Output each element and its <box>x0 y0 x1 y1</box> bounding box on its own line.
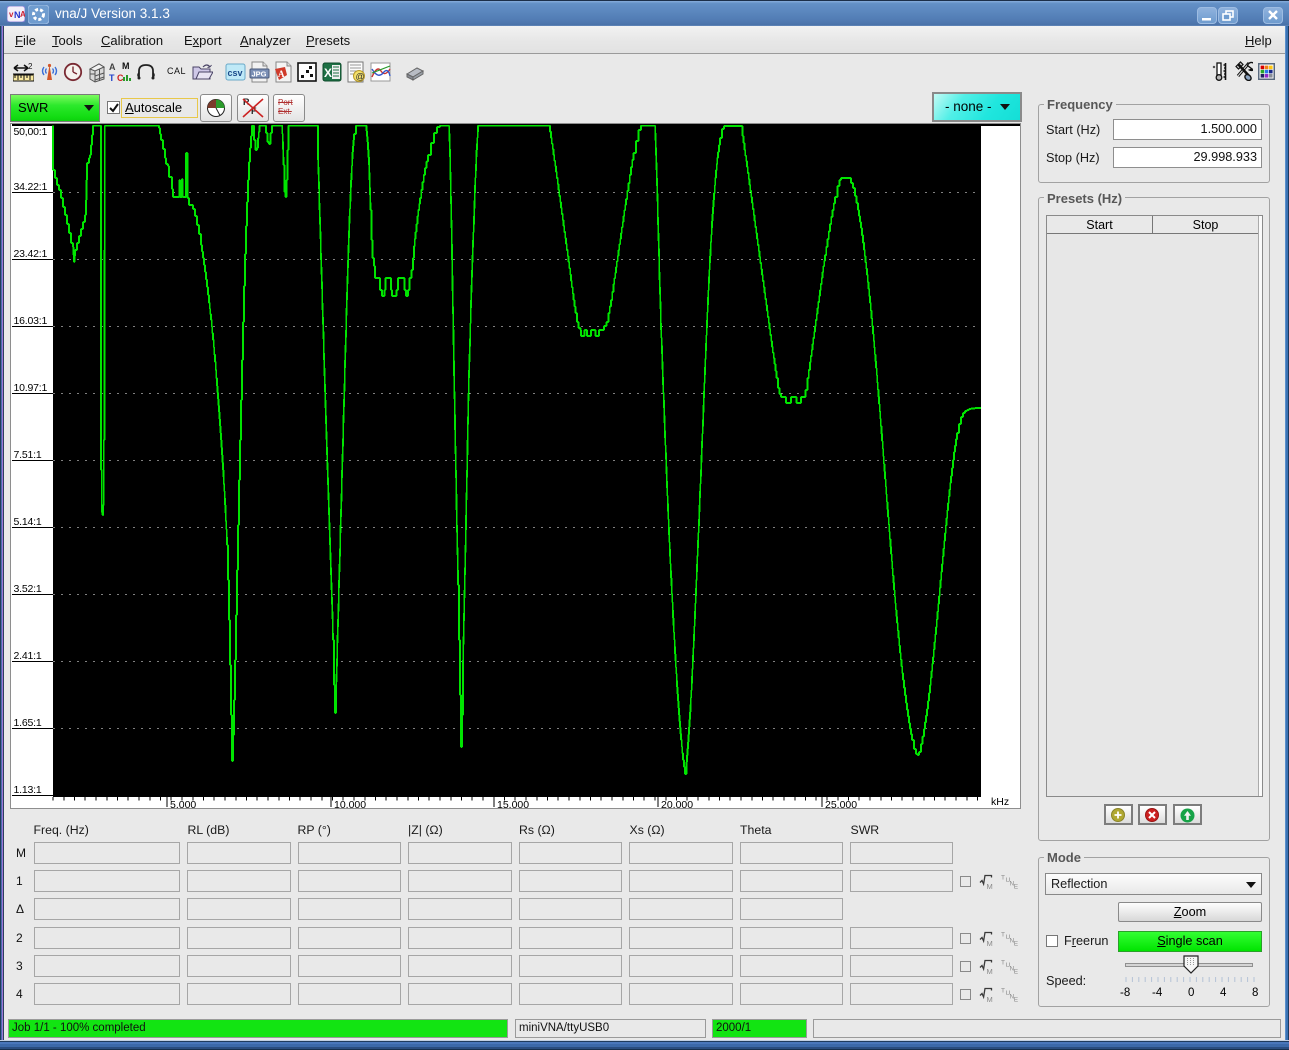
svg-text:@: @ <box>356 72 365 82</box>
svg-text:A: A <box>20 10 25 19</box>
svg-text:csv: csv <box>228 68 243 78</box>
svg-text:A: A <box>109 62 116 72</box>
svg-text:T: T <box>1001 875 1005 882</box>
svg-text:T: T <box>1001 988 1005 995</box>
svg-text:C: C <box>117 73 124 83</box>
svg-text:M: M <box>987 939 993 948</box>
svg-text:T: T <box>1001 932 1005 939</box>
svg-text:T: T <box>109 73 115 83</box>
svg-text:M: M <box>122 61 130 71</box>
svg-text:E: E <box>1014 969 1019 976</box>
svg-text:M: M <box>987 882 993 891</box>
svg-text:2: 2 <box>28 62 33 71</box>
svg-text:A: A <box>278 69 285 79</box>
svg-text:JPG: JPG <box>252 70 267 79</box>
svg-text:M: M <box>987 967 993 976</box>
svg-text:T: T <box>1001 960 1005 967</box>
svg-text:E: E <box>1014 941 1019 948</box>
svg-text:X: X <box>324 66 332 80</box>
svg-text:M: M <box>987 995 993 1004</box>
svg-text:E: E <box>1014 997 1019 1004</box>
svg-text:E: E <box>1014 884 1019 891</box>
